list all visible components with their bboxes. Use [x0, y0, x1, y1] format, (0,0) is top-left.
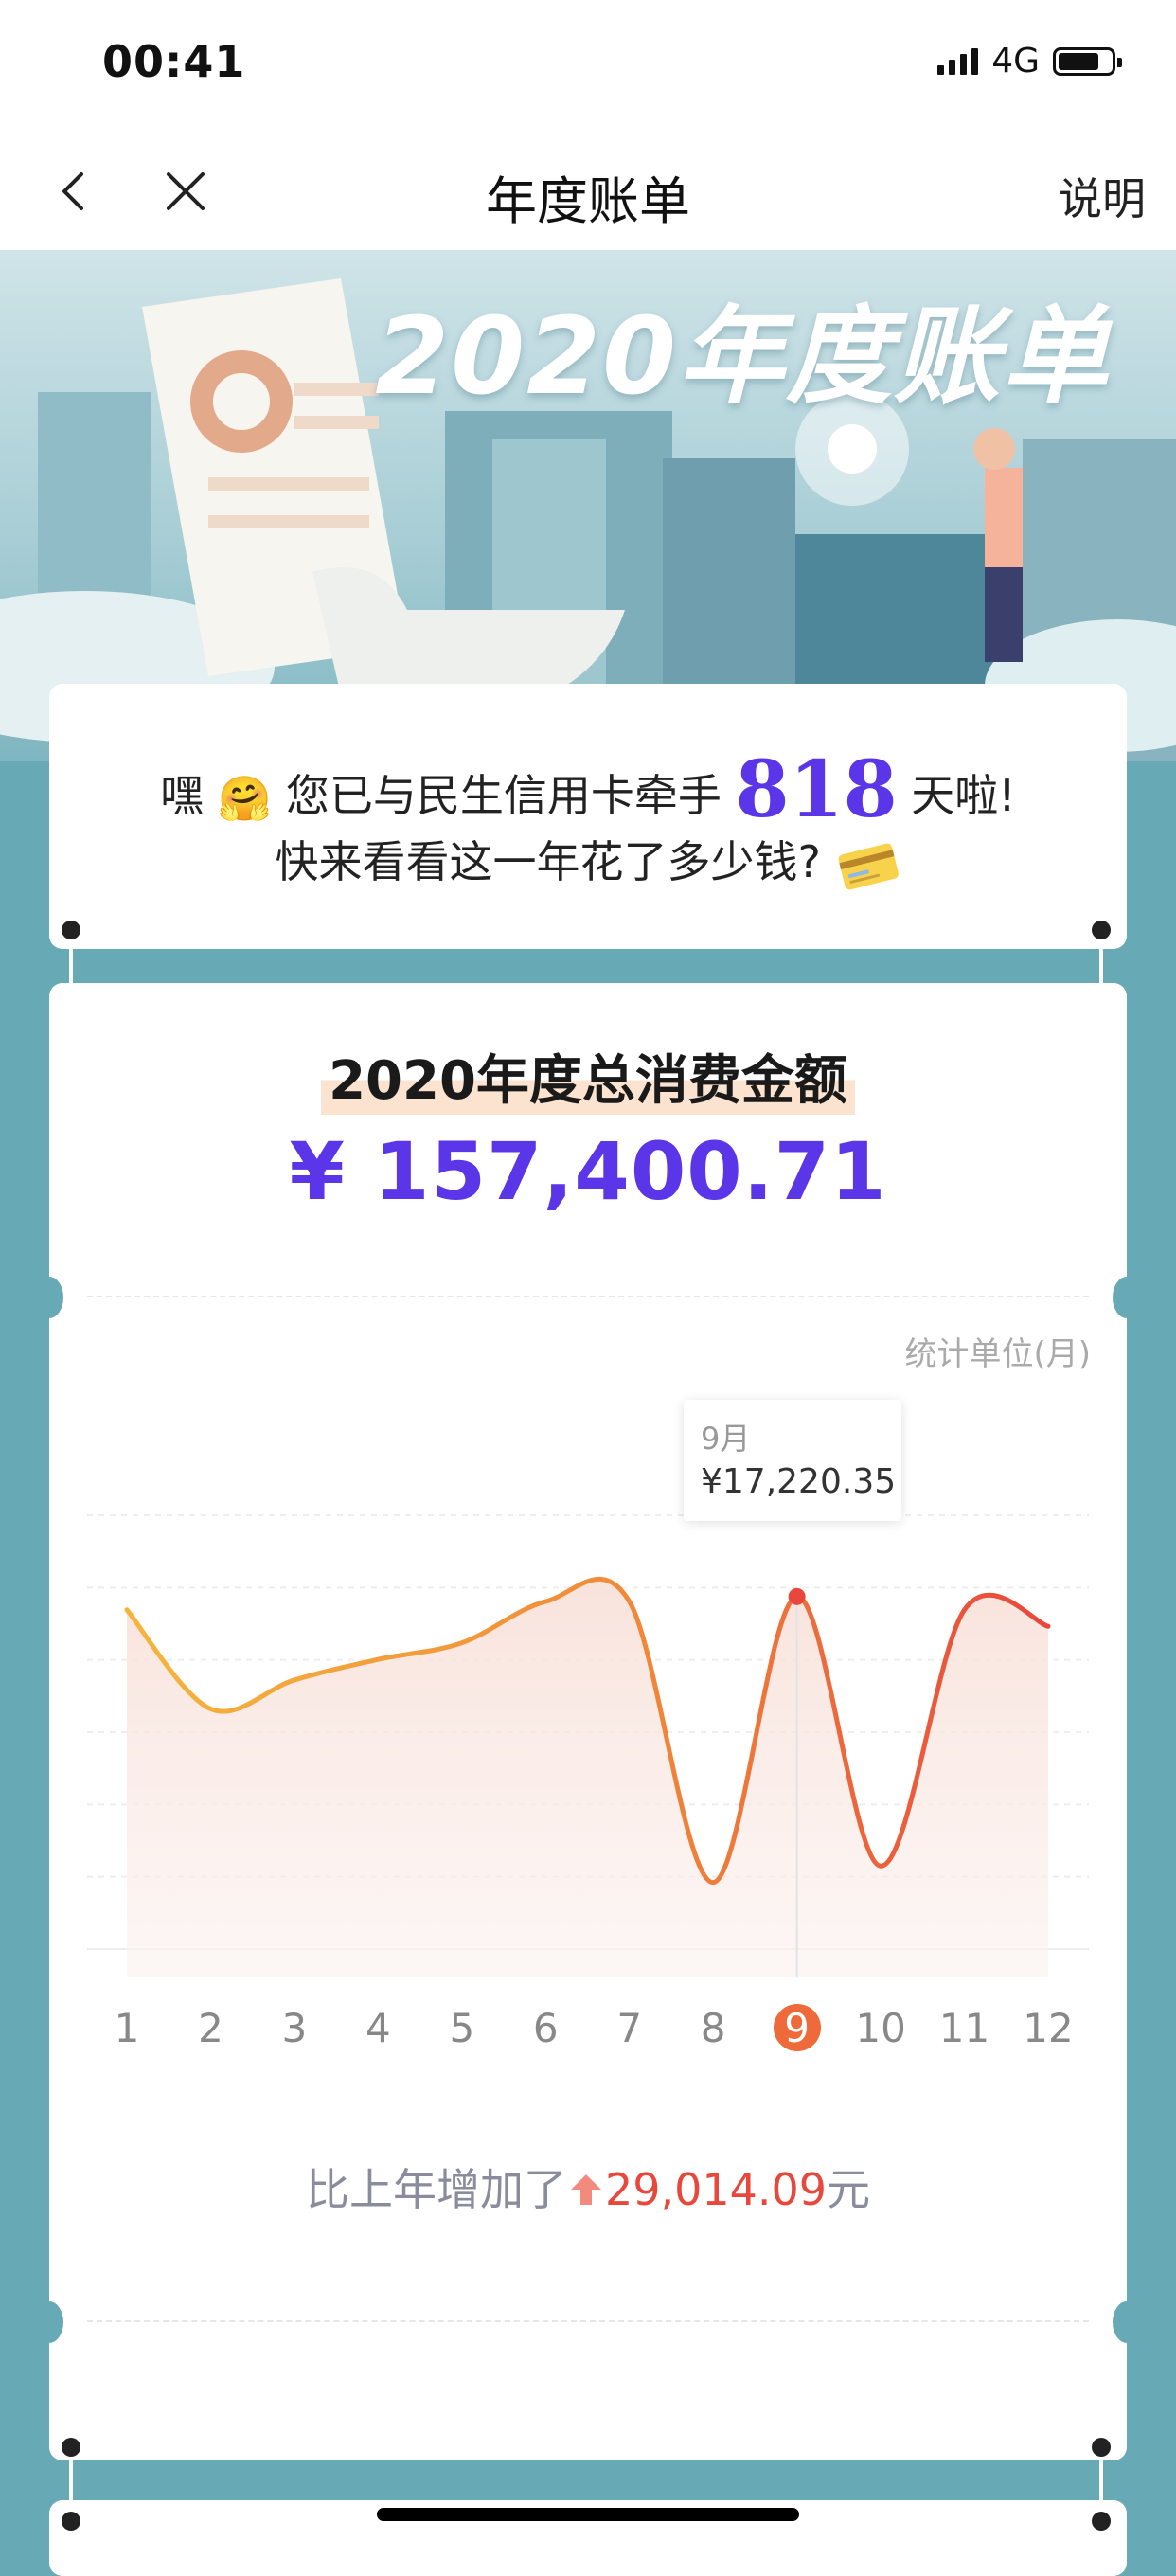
nav-bar: 年度账单 说明	[0, 133, 1176, 250]
month-tick-label[interactable]: 2	[182, 2000, 239, 2057]
greeting-suffix: 天啦!	[911, 770, 1016, 821]
monthly-spending-chart[interactable]	[49, 983, 1127, 2120]
status-bar: 00:41 4G	[0, 0, 1176, 133]
chart-points	[788, 1587, 806, 1605]
month-tick-label[interactable]: 9	[769, 2000, 826, 2057]
signal-icon	[937, 47, 979, 75]
binder-pin	[1092, 2438, 1111, 2457]
greeting-question: 快来看看这一年花了多少钱?	[275, 836, 821, 887]
status-time: 00:41	[102, 36, 246, 87]
month-tick-label[interactable]: 7	[601, 2000, 658, 2057]
home-indicator[interactable]	[377, 2508, 799, 2521]
page-title: 年度账单	[486, 171, 690, 231]
hug-emoji-icon: 🤗	[217, 773, 273, 824]
card-notch-right	[1113, 2301, 1141, 2343]
divider	[87, 2320, 1089, 2322]
banner-title: 2020年度账单	[375, 295, 1110, 419]
increase-prefix: 比上年增加了	[305, 2164, 567, 2215]
month-tick-label[interactable]: 8	[685, 2000, 741, 2057]
status-icons: 4G	[937, 42, 1122, 80]
binder-pin	[1092, 2512, 1111, 2531]
binder-pin	[1092, 921, 1111, 939]
binder-pin	[62, 2438, 80, 2457]
month-tick-label[interactable]: 10	[852, 2000, 909, 2057]
up-arrow-icon	[570, 2174, 601, 2205]
month-tick-label[interactable]: 3	[266, 2000, 323, 2057]
credit-card-icon	[838, 843, 899, 889]
chart-tooltip: 9月 ¥17,220.35	[684, 1400, 901, 1521]
greeting-mid: 您已与民生信用卡牵手	[285, 770, 722, 821]
spending-card: 2020年度总消费金额 ¥ 157,400.71 统计单位(月) 9月 ¥17,…	[35, 983, 1141, 2460]
card-notch-left	[35, 2301, 63, 2343]
help-button[interactable]: 说明	[1059, 165, 1146, 227]
chart-point-highlight	[788, 1587, 806, 1605]
month-tick-label[interactable]: 4	[349, 2000, 406, 2057]
tooltip-value: ¥17,220.35	[701, 1462, 897, 1501]
greeting-line-1: 嘿 🤗 您已与民生信用卡牵手 818 天啦!	[49, 744, 1127, 835]
month-tick-label[interactable]: 5	[434, 2000, 490, 2057]
increase-value: 29,014.09	[604, 2164, 828, 2215]
binder-pin	[62, 2512, 80, 2531]
network-type: 4G	[991, 42, 1040, 80]
tooltip-month: 9月	[701, 1421, 751, 1457]
month-axis: 1 2 3 4 5 6 7 8 9 10 11 12	[49, 2000, 1127, 2066]
increase-suffix: 元	[827, 2164, 871, 2215]
yoy-increase: 比上年增加了 29,014.09元	[49, 2156, 1127, 2218]
month-tick-label[interactable]: 6	[517, 2000, 574, 2057]
binder-pin	[62, 921, 80, 939]
month-tick-label[interactable]: 1	[98, 2000, 155, 2057]
greeting-card: 嘿 🤗 您已与民生信用卡牵手 818 天啦! 快来看看这一年花了多少钱?	[49, 684, 1127, 949]
greeting-line-2: 快来看看这一年花了多少钱?	[49, 828, 1127, 892]
greeting-prefix: 嘿	[160, 770, 205, 821]
battery-icon	[1053, 46, 1122, 76]
chart-area-fill	[127, 1579, 1048, 1977]
month-tick-label[interactable]: 11	[936, 2000, 993, 2057]
month-tick-label[interactable]: 12	[1020, 2000, 1077, 2057]
days-count: 818	[735, 744, 898, 835]
